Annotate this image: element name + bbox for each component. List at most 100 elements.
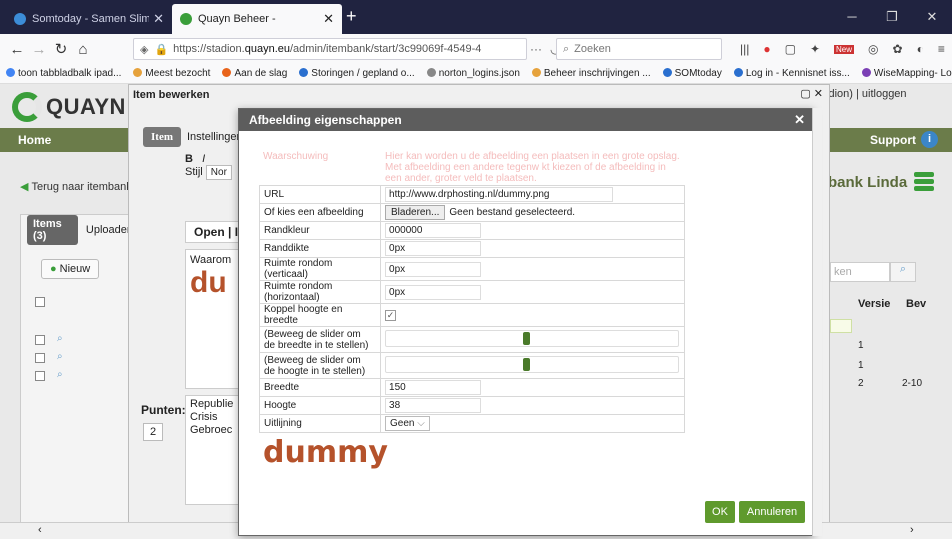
row-checkbox[interactable]	[35, 371, 45, 381]
toolbar-icons: ||| ● ▢ ✦ New ◎ ✿ ◐ ≡	[740, 38, 945, 60]
dialog-close-icon[interactable]: ✕	[794, 109, 805, 131]
reader-icon[interactable]: ▢	[785, 42, 796, 56]
tracking-shield-icon[interactable]: ◈	[140, 43, 148, 56]
width-slider[interactable]	[385, 329, 680, 347]
browse-button[interactable]: Bladeren...	[385, 205, 446, 220]
new-tab-icon[interactable]: +	[346, 6, 357, 27]
close-window-icon[interactable]: ✕	[912, 0, 952, 34]
slider-thumb[interactable]	[523, 357, 531, 371]
new-item-button[interactable]: ● Nieuw	[41, 259, 100, 279]
ok-button[interactable]: OK	[705, 501, 735, 523]
width-input[interactable]: 150	[385, 380, 482, 395]
space-vertical-input[interactable]: 0px	[385, 261, 482, 277]
align-select[interactable]: Geen ⌵	[385, 416, 430, 431]
space-horizontal-label: Ruimte rondom (horizontaal)	[258, 280, 382, 304]
italic-button[interactable]: I	[202, 153, 205, 165]
bank-stack-icon	[914, 172, 934, 192]
url-domain: quayn.eu	[244, 43, 290, 55]
quayn-ext-icon[interactable]: ◐	[917, 42, 924, 56]
close-tab-icon[interactable]: ✕	[153, 11, 164, 27]
adblock-icon[interactable]: ●	[763, 42, 770, 56]
bold-button[interactable]: B	[185, 153, 193, 165]
selected-row-cell[interactable]	[830, 319, 852, 333]
border-width-input[interactable]: 0px	[385, 241, 482, 256]
home-icon[interactable]: ⌂	[72, 41, 94, 58]
slider-thumb[interactable]	[523, 331, 531, 345]
page-actions-icon[interactable]: ···	[530, 42, 542, 56]
menu-icon[interactable]: ≡	[938, 42, 945, 56]
tab-item[interactable]: Item	[143, 127, 181, 147]
item-search-input[interactable]: ken	[830, 262, 890, 282]
back-to-itembank-link[interactable]: ◀ Terug naar itembanko	[20, 180, 138, 193]
tab-settings[interactable]: Instellingen	[187, 131, 243, 143]
align-label: Uitlijning	[258, 414, 382, 433]
nav-support[interactable]: Support	[870, 133, 916, 147]
col-bev[interactable]: Bev	[906, 298, 926, 310]
search-icon[interactable]: ⌕	[57, 333, 63, 344]
url-input[interactable]: http://www.drphosting.nl/dummy.png	[385, 187, 614, 202]
browser-tab-bar: Somtoday - Samen Slimmer O ✕ Quayn Behee…	[0, 0, 952, 34]
select-all-checkbox[interactable]	[35, 297, 45, 307]
choose-image-label: Of kies een afbeelding	[258, 203, 382, 222]
bookmark-item[interactable]: toon tabbladbalk ipad...	[6, 68, 121, 79]
search-icon: ⌕	[563, 42, 570, 55]
search-input[interactable]: ⌕ Zoeken	[556, 38, 722, 60]
search-icon[interactable]: ⌕	[57, 369, 63, 380]
reload-icon[interactable]: ↻	[50, 40, 72, 58]
border-color-input[interactable]: 000000	[385, 223, 482, 238]
new-badge-icon[interactable]: New	[834, 44, 855, 54]
diamond-icon	[662, 68, 672, 77]
bookmark-item[interactable]: Storingen / gepland o...	[299, 68, 415, 79]
tab-quayn[interactable]: Quayn Beheer - ✕	[172, 4, 342, 34]
bookmark-item[interactable]: norton_logins.json	[426, 68, 520, 79]
tab-items[interactable]: Items (3)	[27, 215, 78, 245]
height-slider[interactable]	[385, 355, 680, 373]
nav-home[interactable]: Home	[18, 133, 51, 147]
bookmarks-bar: toon tabbladbalk ipad... Meest bezocht A…	[0, 64, 952, 84]
space-horizontal-input[interactable]: 0px	[385, 284, 482, 300]
dialog-scrollbar[interactable]	[812, 108, 822, 536]
col-versie[interactable]: Versie	[858, 298, 890, 310]
width-label: Breedte	[258, 378, 382, 397]
row-checkbox[interactable]	[35, 353, 45, 363]
extension-icon[interactable]: ✦	[810, 42, 820, 56]
bookmark-item[interactable]: WiseMapping- Login	[861, 68, 952, 79]
bookmark-item[interactable]: Beheer inschrijvingen ...	[531, 68, 651, 79]
search-icon[interactable]: ⌕	[57, 351, 63, 362]
tab-somtoday[interactable]: Somtoday - Samen Slimmer O ✕	[6, 4, 172, 34]
scroll-left-icon[interactable]: ‹	[38, 524, 42, 536]
help-icon[interactable]: i	[921, 131, 938, 148]
items-panel: Items (3) Uploaden ● Nieuw ⌕ ⌕ ⌕	[20, 214, 140, 529]
close-icon[interactable]: ✕	[814, 88, 823, 100]
points-input[interactable]: 2	[143, 423, 164, 441]
bookmark-item[interactable]: Meest bezocht	[133, 68, 210, 79]
back-icon[interactable]: ←	[6, 41, 28, 58]
bookmark-item[interactable]: Aan de slag	[222, 68, 287, 79]
bookmark-item[interactable]: SOMtoday	[662, 68, 722, 79]
maximize-icon[interactable]: ❐	[872, 0, 912, 34]
minimize-icon[interactable]: ─	[832, 0, 872, 34]
library-icon[interactable]: |||	[740, 42, 749, 56]
tab-upload[interactable]: Uploaden	[86, 224, 133, 236]
quayn-logo-icon	[12, 92, 42, 122]
height-input[interactable]: 38	[385, 398, 482, 413]
chevron-down-icon: ⌵	[417, 418, 425, 429]
row-checkbox[interactable]	[35, 335, 45, 345]
style-select[interactable]: Nor	[205, 165, 232, 180]
lock-icon[interactable]: 🔒	[154, 43, 168, 56]
forward-icon[interactable]: →	[28, 41, 50, 58]
row-versie: 2	[858, 378, 864, 389]
url-label: URL	[258, 185, 382, 204]
quayn-favicon-icon	[180, 13, 192, 25]
maximize-icon[interactable]: ▢	[800, 88, 810, 100]
extension2-icon[interactable]: ✿	[893, 42, 903, 56]
profile-icon[interactable]: ◎	[868, 42, 878, 56]
cancel-button[interactable]: Annuleren	[739, 501, 805, 523]
close-tab-icon[interactable]: ✕	[323, 11, 334, 27]
somtoday-favicon-icon	[14, 13, 26, 25]
url-bar[interactable]: ◈ 🔒 https://stadion. quayn.eu/admin/itemb…	[133, 38, 527, 60]
bookmark-item[interactable]: Log in - Kennisnet iss...	[733, 68, 850, 79]
item-search-button[interactable]: ⌕	[890, 262, 916, 282]
link-size-checkbox[interactable]: ✓	[385, 309, 397, 321]
scroll-right-icon[interactable]: ›	[910, 524, 914, 536]
